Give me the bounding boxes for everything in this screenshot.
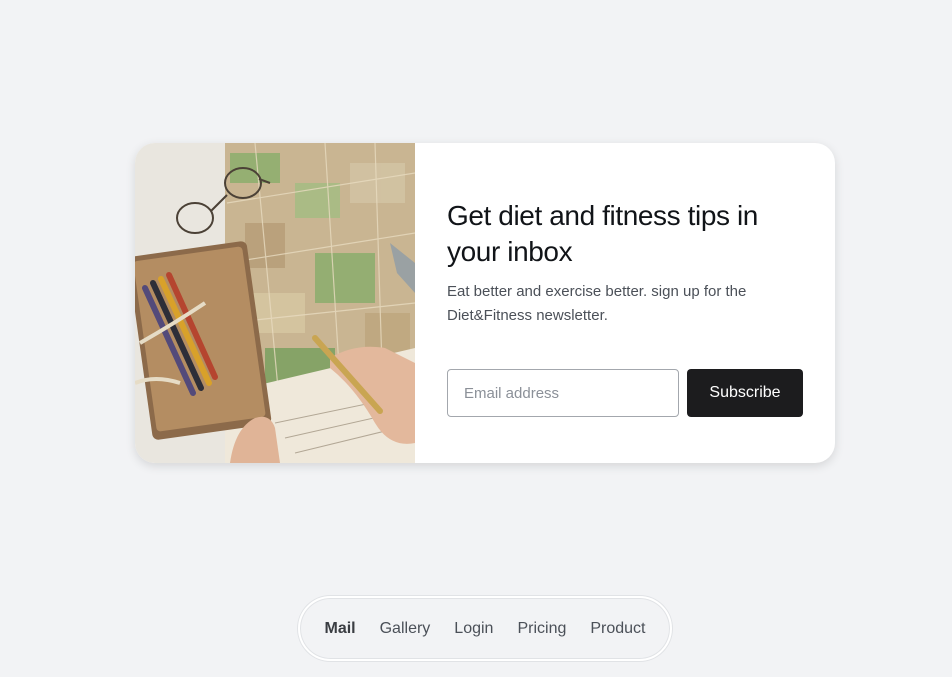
nav-item-product[interactable]: Product — [578, 620, 657, 638]
map-photo — [135, 143, 415, 463]
newsletter-card: Get diet and fitness tips in your inbox … — [135, 143, 835, 463]
signup-form: Subscribe — [447, 369, 803, 417]
nav-item-mail[interactable]: Mail — [312, 620, 367, 638]
nav-item-login[interactable]: Login — [442, 620, 505, 638]
bottom-nav: Mail Gallery Login Pricing Product — [298, 596, 672, 661]
signup-title: Get diet and fitness tips in your inbox — [447, 200, 758, 267]
nav-item-pricing[interactable]: Pricing — [505, 620, 578, 638]
signup-content: Get diet and fitness tips in your inbox … — [415, 143, 835, 463]
signup-subtitle: Eat better and exercise better. sign up … — [447, 283, 747, 324]
subscribe-button[interactable]: Subscribe — [687, 369, 803, 417]
email-input[interactable] — [447, 369, 679, 417]
nav-item-gallery[interactable]: Gallery — [368, 620, 443, 638]
